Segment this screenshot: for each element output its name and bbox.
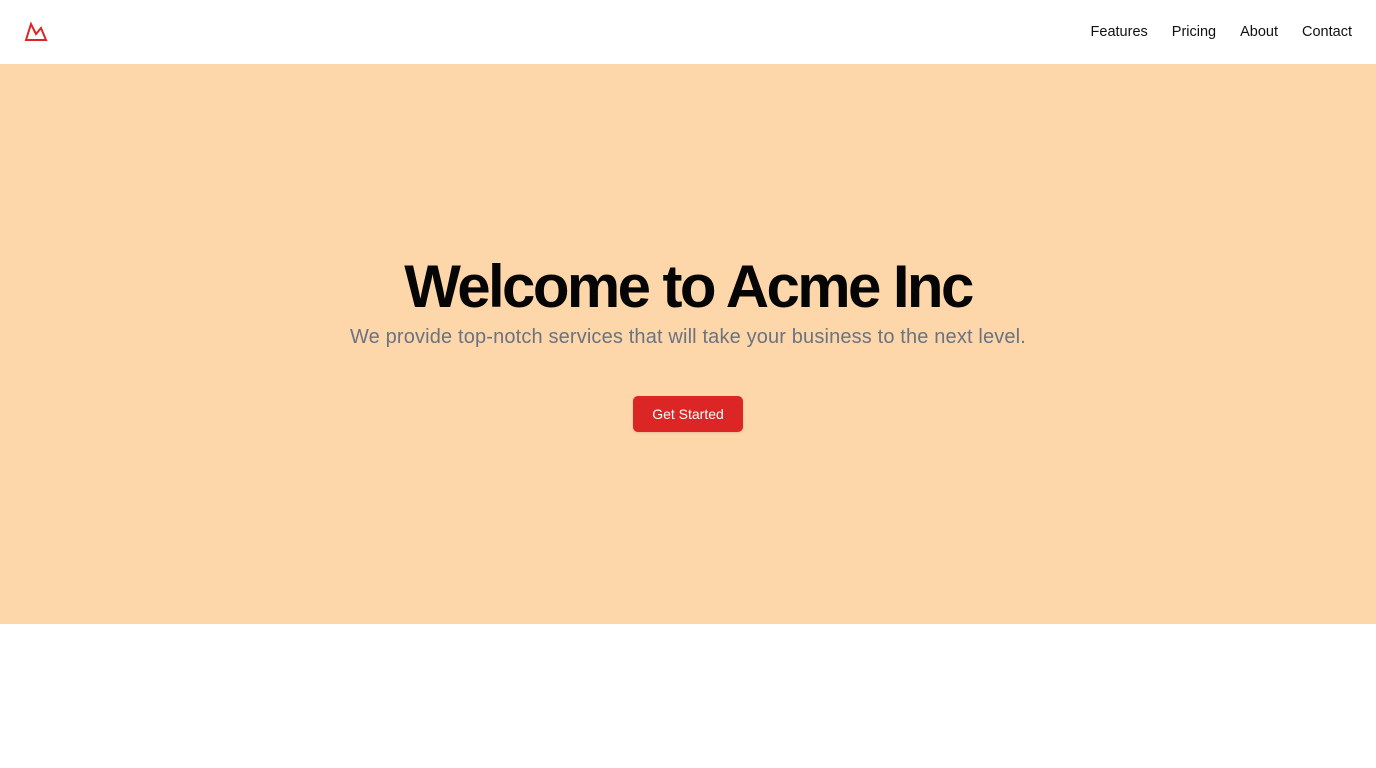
hero-subtitle: We provide top-notch services that will … <box>350 326 1026 348</box>
site-header: Features Pricing About Contact <box>0 0 1376 64</box>
mountain-icon <box>24 21 48 41</box>
nav-link-features[interactable]: Features <box>1091 24 1148 40</box>
nav-link-contact[interactable]: Contact <box>1302 24 1352 40</box>
hero-section: Welcome to Acme Inc We provide top-notch… <box>0 64 1376 624</box>
get-started-button[interactable]: Get Started <box>633 396 743 432</box>
hero-title: Welcome to Acme Inc <box>404 253 974 320</box>
main-nav: Features Pricing About Contact <box>1091 24 1352 40</box>
nav-link-pricing[interactable]: Pricing <box>1172 24 1216 40</box>
nav-link-about[interactable]: About <box>1240 24 1278 40</box>
logo-link[interactable] <box>24 20 48 44</box>
